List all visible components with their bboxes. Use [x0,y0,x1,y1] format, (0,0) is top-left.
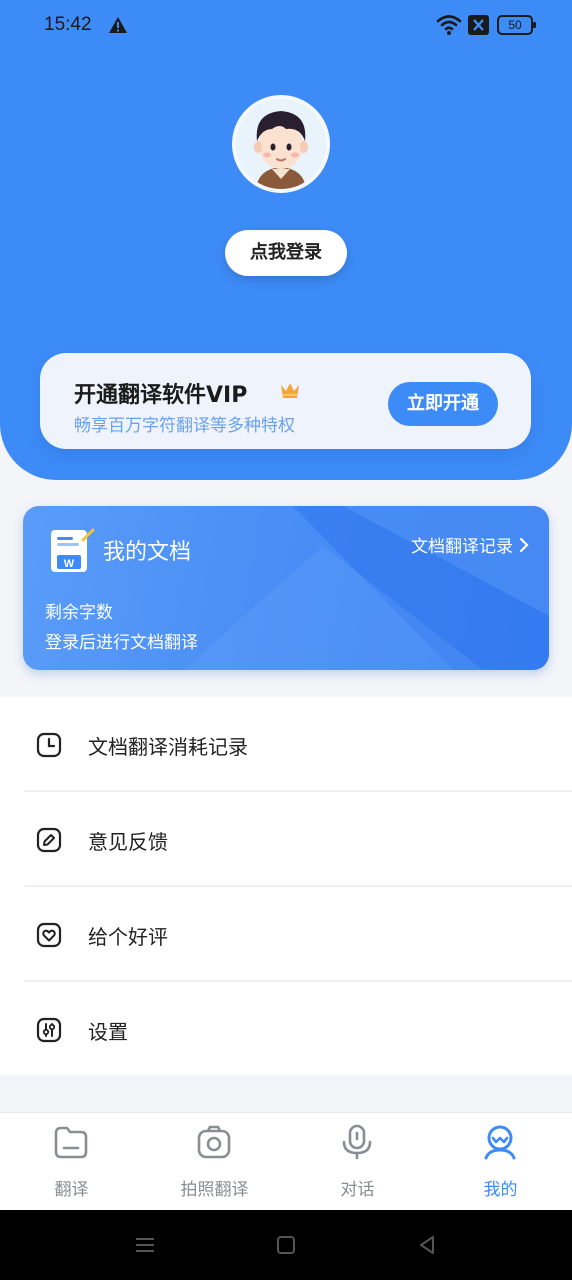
tab-mine[interactable]: 我的 [429,1113,572,1211]
settings-icon [36,1017,62,1043]
profile-icon [484,1125,516,1160]
wifi-icon [436,15,462,35]
tab-translate[interactable]: 翻译 [0,1113,143,1211]
login-button[interactable]: 点我登录 [225,230,347,276]
status-bar: 15:42 50 [0,0,572,52]
edit-icon [36,827,62,853]
tab-conversation[interactable]: 对话 [286,1113,429,1211]
menu-label: 文档翻译消耗记录 [88,735,248,759]
boy-avatar-icon [236,99,326,189]
folder-icon [54,1126,88,1159]
warning-icon [109,17,127,33]
my-documents-card[interactable]: W 我的文档 文档翻译记录 剩余字数 登录后进行文档翻译 [23,506,549,670]
tab-photo-translate[interactable]: 拍照翻译 [143,1113,286,1211]
tab-label: 我的 [483,1180,518,1200]
vip-title: 开通翻译软件VIP [74,383,248,408]
clock-icon [36,732,62,758]
menu-icon[interactable] [134,1234,156,1256]
tab-label: 对话 [340,1180,375,1200]
chevron-right-icon [519,537,529,552]
status-time: 15:42 [44,14,92,35]
tab-label: 拍照翻译 [180,1180,249,1200]
login-hint: 登录后进行文档翻译 [45,633,198,653]
heart-icon [36,922,62,948]
vip-subtitle: 畅享百万字符翻译等多种特权 [74,416,295,436]
menu-item-consumption-record[interactable]: 文档翻译消耗记录 [24,697,572,792]
menu-label: 设置 [88,1020,128,1044]
system-navigation-bar [0,1210,572,1280]
menu-item-settings[interactable]: 设置 [24,982,572,1077]
svg-text:W: W [64,558,75,570]
menu-label: 意见反馈 [88,830,168,854]
tab-label: 翻译 [54,1180,89,1200]
vip-open-button[interactable]: 立即开通 [388,382,498,426]
menu-item-feedback[interactable]: 意见反馈 [24,792,572,887]
document-history-link[interactable]: 文档翻译记录 [411,532,529,557]
document-history-label: 文档翻译记录 [411,537,513,557]
word-document-icon: W [51,528,95,572]
back-icon[interactable] [416,1234,438,1256]
documents-title: 我的文档 [103,540,192,565]
remaining-characters-label: 剩余字数 [45,603,113,623]
menu-label: 给个好评 [88,925,168,949]
camera-icon [197,1125,231,1159]
menu-list: 文档翻译消耗记录 意见反馈 给个好评 设置 [0,697,572,1075]
home-icon[interactable] [275,1234,297,1256]
vip-banner[interactable]: 开通翻译软件VIP 畅享百万字符翻译等多种特权 立即开通 [40,353,531,449]
no-sim-icon [468,15,489,35]
crown-icon [281,383,299,398]
avatar[interactable] [232,95,330,193]
microphone-icon [342,1124,372,1160]
menu-item-rate[interactable]: 给个好评 [24,887,572,982]
bottom-tab-bar: 翻译 拍照翻译 对话 我的 [0,1112,572,1210]
battery-indicator: 50 [497,15,536,35]
